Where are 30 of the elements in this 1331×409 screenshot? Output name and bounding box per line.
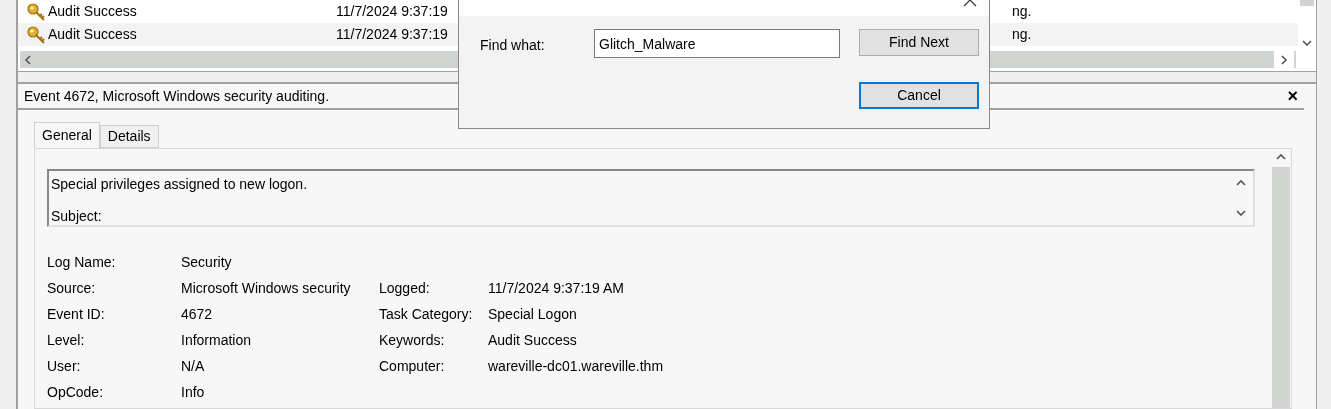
event-title: Event 4672, Microsoft Windows security auditing. — [24, 86, 330, 106]
field-label: Log Name: — [47, 252, 117, 272]
field-value: 4672 — [181, 304, 214, 324]
field-label: Task Category: — [379, 304, 474, 324]
message-text: ng. — [1012, 2, 1032, 21]
date-text: 11/7/2024 9:37:19 — [336, 25, 449, 44]
message-text: ng. — [1012, 25, 1032, 44]
field-label: User: — [47, 356, 82, 376]
field-label: OpCode: — [47, 382, 105, 402]
field-label: Event ID: — [47, 304, 106, 324]
field-label: Computer: — [379, 356, 446, 376]
field-label: Keywords: — [379, 330, 446, 350]
keywords-text: Audit Success — [48, 25, 138, 44]
date-text: 11/7/2024 9:37:19 — [336, 2, 449, 21]
field-value: Info — [181, 382, 206, 402]
field-value: Security — [181, 252, 233, 272]
field-value: Information — [181, 330, 253, 350]
field-value: Special Logon — [488, 304, 577, 324]
field-label: Source: — [47, 278, 97, 298]
description-text: Subject: — [51, 207, 103, 225]
keywords-text: Audit Success — [48, 2, 138, 21]
description-text: Special privileges assigned to new logon. — [51, 175, 309, 193]
field-value: N/A — [181, 356, 206, 376]
field-value: Microsoft Windows security — [181, 278, 352, 298]
field-value: Audit Success — [488, 330, 577, 350]
field-label: Level: — [47, 330, 86, 350]
field-value: wareville-dc01.wareville.thm — [488, 356, 664, 376]
field-label: Logged: — [379, 278, 431, 298]
find-label: Find what: — [480, 36, 546, 55]
field-value: 11/7/2024 9:37:19 AM — [488, 278, 624, 298]
